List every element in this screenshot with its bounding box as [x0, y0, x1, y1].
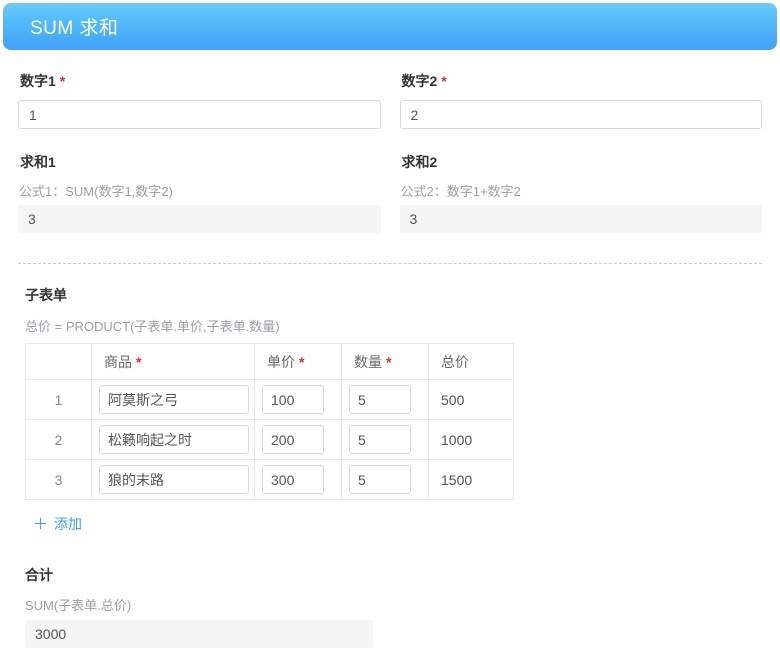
sum1-label: 求和1: [20, 152, 381, 172]
total-label: 合计: [25, 565, 762, 585]
add-row-label: 添加: [54, 514, 82, 534]
num1-label: 数字1*: [20, 71, 381, 91]
num1-input[interactable]: [18, 100, 381, 129]
total-section: 合计 SUM(子表单.总价) 3000: [18, 565, 762, 648]
required-asterisk: *: [386, 354, 391, 370]
num2-label: 数字2*: [402, 71, 763, 91]
price-input[interactable]: [262, 425, 324, 454]
form-title: SUM 求和: [3, 13, 119, 40]
sum1-value: 3: [18, 205, 381, 233]
sum2-value: 3: [400, 205, 763, 233]
field-num1: 数字1*: [18, 69, 381, 129]
row-index: 2: [26, 420, 92, 460]
col-header-price: 单价*: [255, 344, 342, 380]
required-asterisk: *: [299, 354, 304, 370]
product-input[interactable]: [99, 425, 249, 454]
form-body: 数字1* 数字2* 求和1 公式1：SUM(数字1,数字2) 3 求和2 公式2…: [0, 69, 780, 648]
field-num2: 数字2*: [400, 69, 763, 129]
qty-input[interactable]: [349, 385, 411, 414]
required-asterisk: *: [136, 354, 141, 370]
row-index: 1: [26, 380, 92, 420]
product-input[interactable]: [99, 385, 249, 414]
row-total-value: 500: [429, 380, 514, 420]
product-input[interactable]: [99, 465, 249, 494]
number-fields-row: 数字1* 数字2*: [18, 69, 762, 129]
row-index: 3: [26, 460, 92, 500]
price-input[interactable]: [262, 465, 324, 494]
form-header: SUM 求和: [3, 3, 777, 50]
row-total-value: 1500: [429, 460, 514, 500]
subform-table: 商品* 单价* 数量* 总价 1 500 2: [25, 343, 514, 500]
plus-icon: ＋: [33, 513, 48, 534]
add-row-button[interactable]: ＋ 添加: [33, 513, 82, 534]
col-header-product: 商品*: [92, 344, 255, 380]
row-total-value: 1000: [429, 420, 514, 460]
section-divider: [18, 263, 762, 264]
num2-input[interactable]: [400, 100, 763, 129]
sum-fields-row: 求和1 公式1：SUM(数字1,数字2) 3 求和2 公式2：数字1+数字2 3: [18, 150, 762, 233]
total-formula-hint: SUM(子表单.总价): [25, 595, 762, 614]
col-header-index: [26, 344, 92, 380]
sum1-formula-hint: 公式1：SUM(数字1,数字2): [19, 181, 381, 200]
subform-title: 子表单: [25, 285, 762, 305]
col-header-qty: 数量*: [342, 344, 429, 380]
qty-input[interactable]: [349, 465, 411, 494]
required-asterisk: *: [441, 73, 446, 89]
qty-input[interactable]: [349, 425, 411, 454]
required-asterisk: *: [60, 73, 65, 89]
table-row: 2 1000: [26, 420, 514, 460]
subform-section: 子表单 总价 = PRODUCT(子表单.单价,子表单.数量) 商品* 单价* …: [18, 285, 762, 534]
sum2-label: 求和2: [402, 152, 763, 172]
price-input[interactable]: [262, 385, 324, 414]
subform-header-row: 商品* 单价* 数量* 总价: [26, 344, 514, 380]
col-header-total: 总价: [429, 344, 514, 380]
subform-formula-hint: 总价 = PRODUCT(子表单.单价,子表单.数量): [25, 316, 762, 335]
field-sum2: 求和2 公式2：数字1+数字2 3: [400, 150, 763, 233]
total-value: 3000: [25, 620, 373, 648]
table-row: 1 500: [26, 380, 514, 420]
sum2-formula-hint: 公式2：数字1+数字2: [401, 181, 763, 200]
field-sum1: 求和1 公式1：SUM(数字1,数字2) 3: [18, 150, 381, 233]
table-row: 3 1500: [26, 460, 514, 500]
